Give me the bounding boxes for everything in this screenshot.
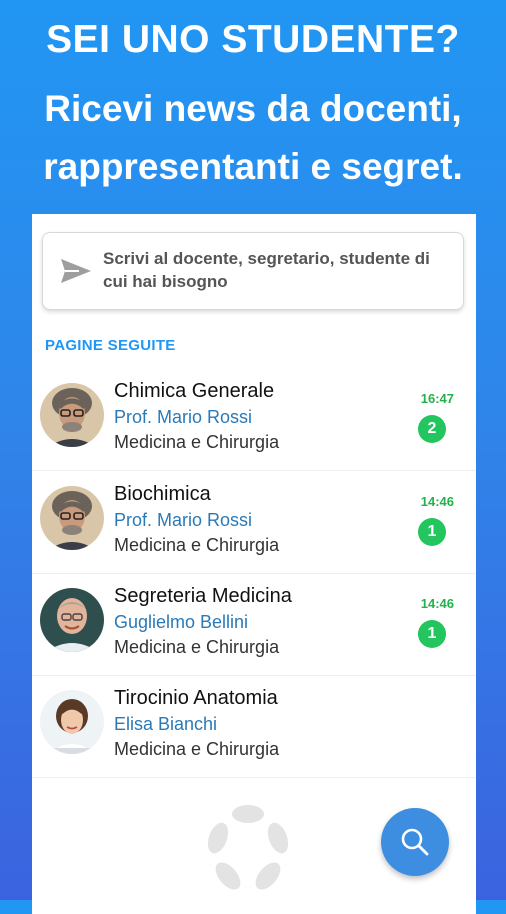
last-message-time: 14:46 — [420, 596, 454, 611]
promo-subline-1: Ricevi news da docenti, — [44, 88, 462, 129]
page-owner: Elisa Bianchi — [114, 714, 218, 734]
avatar — [40, 486, 104, 550]
compose-message-card[interactable]: Scrivi al docente, segretario, studente … — [42, 232, 464, 310]
page-title: Tirocinio Anatomia — [114, 687, 278, 709]
search-button[interactable] — [381, 808, 449, 876]
page-item-chimica-generale[interactable]: Chimica Generale Prof. Mario Rossi Medic… — [32, 368, 476, 471]
promo-headline: SEI UNO STUDENTE? — [46, 18, 460, 61]
last-message-time: 14:46 — [420, 494, 454, 509]
page-item-segreteria-medicina[interactable]: Segreteria Medicina Guglielmo Bellini Me… — [32, 573, 476, 676]
page-owner: Guglielmo Bellini — [114, 612, 249, 632]
page-faculty: Medicina e Chirurgia — [114, 432, 280, 452]
page-owner: Prof. Mario Rossi — [114, 407, 253, 427]
compose-prompt: Scrivi al docente, segretario, studente … — [103, 249, 430, 291]
unread-count-badge: 2 — [418, 415, 446, 443]
avatar — [40, 588, 104, 652]
avatar — [40, 690, 104, 754]
page-faculty: Medicina e Chirurgia — [114, 739, 280, 759]
unread-count-badge: 1 — [418, 620, 446, 648]
page-faculty: Medicina e Chirurgia — [114, 637, 280, 657]
avatar — [40, 383, 104, 447]
section-title: PAGINE SEGUITE — [45, 337, 176, 354]
page-title: Chimica Generale — [114, 380, 275, 402]
app-screen: Scrivi al docente, segretario, studente … — [32, 214, 476, 914]
page-title: Biochimica — [114, 483, 211, 505]
last-message-time: 16:47 — [420, 391, 454, 406]
page-owner: Prof. Mario Rossi — [114, 510, 253, 530]
page-item-biochimica[interactable]: Biochimica Prof. Mario Rossi Medicina e … — [32, 471, 476, 574]
send-icon — [61, 259, 91, 283]
page-item-tirocinio-anatomia[interactable]: Tirocinio Anatomia Elisa Bianchi Medicin… — [32, 675, 476, 778]
promo-subline-2: rappresentanti e segret. — [43, 146, 463, 187]
unread-count-badge: 1 — [418, 518, 446, 546]
page-title: Segreteria Medicina — [114, 585, 292, 607]
page-faculty: Medicina e Chirurgia — [114, 535, 280, 555]
search-icon — [401, 828, 429, 856]
app-logo-icon — [207, 805, 289, 890]
